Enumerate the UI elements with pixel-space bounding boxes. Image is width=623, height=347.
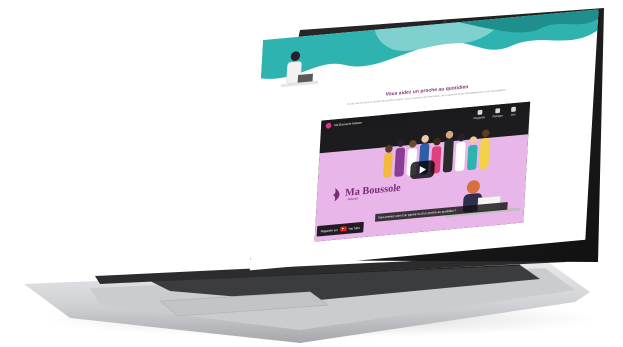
play-button[interactable] xyxy=(409,159,436,180)
caregiver-illustration xyxy=(445,180,521,218)
info-button[interactable]: Info xyxy=(510,106,516,117)
video-player[interactable]: Ma Boussole Aidants Regarder Partager In… xyxy=(314,101,531,242)
share-button[interactable]: Partager xyxy=(492,108,503,118)
clock-icon xyxy=(477,109,483,116)
watch-on-label: Regarder sur xyxy=(320,227,339,233)
platform-label: YouTube xyxy=(348,225,361,231)
info-icon xyxy=(511,106,516,112)
info-label: Info xyxy=(510,112,516,117)
watch-later-button[interactable]: Regarder xyxy=(474,109,486,120)
website-screen: Vous aidez un proche au quotidien Ce sit… xyxy=(249,9,599,271)
share-icon xyxy=(495,108,501,114)
youtube-icon xyxy=(339,226,347,232)
compass-icon xyxy=(332,188,340,202)
